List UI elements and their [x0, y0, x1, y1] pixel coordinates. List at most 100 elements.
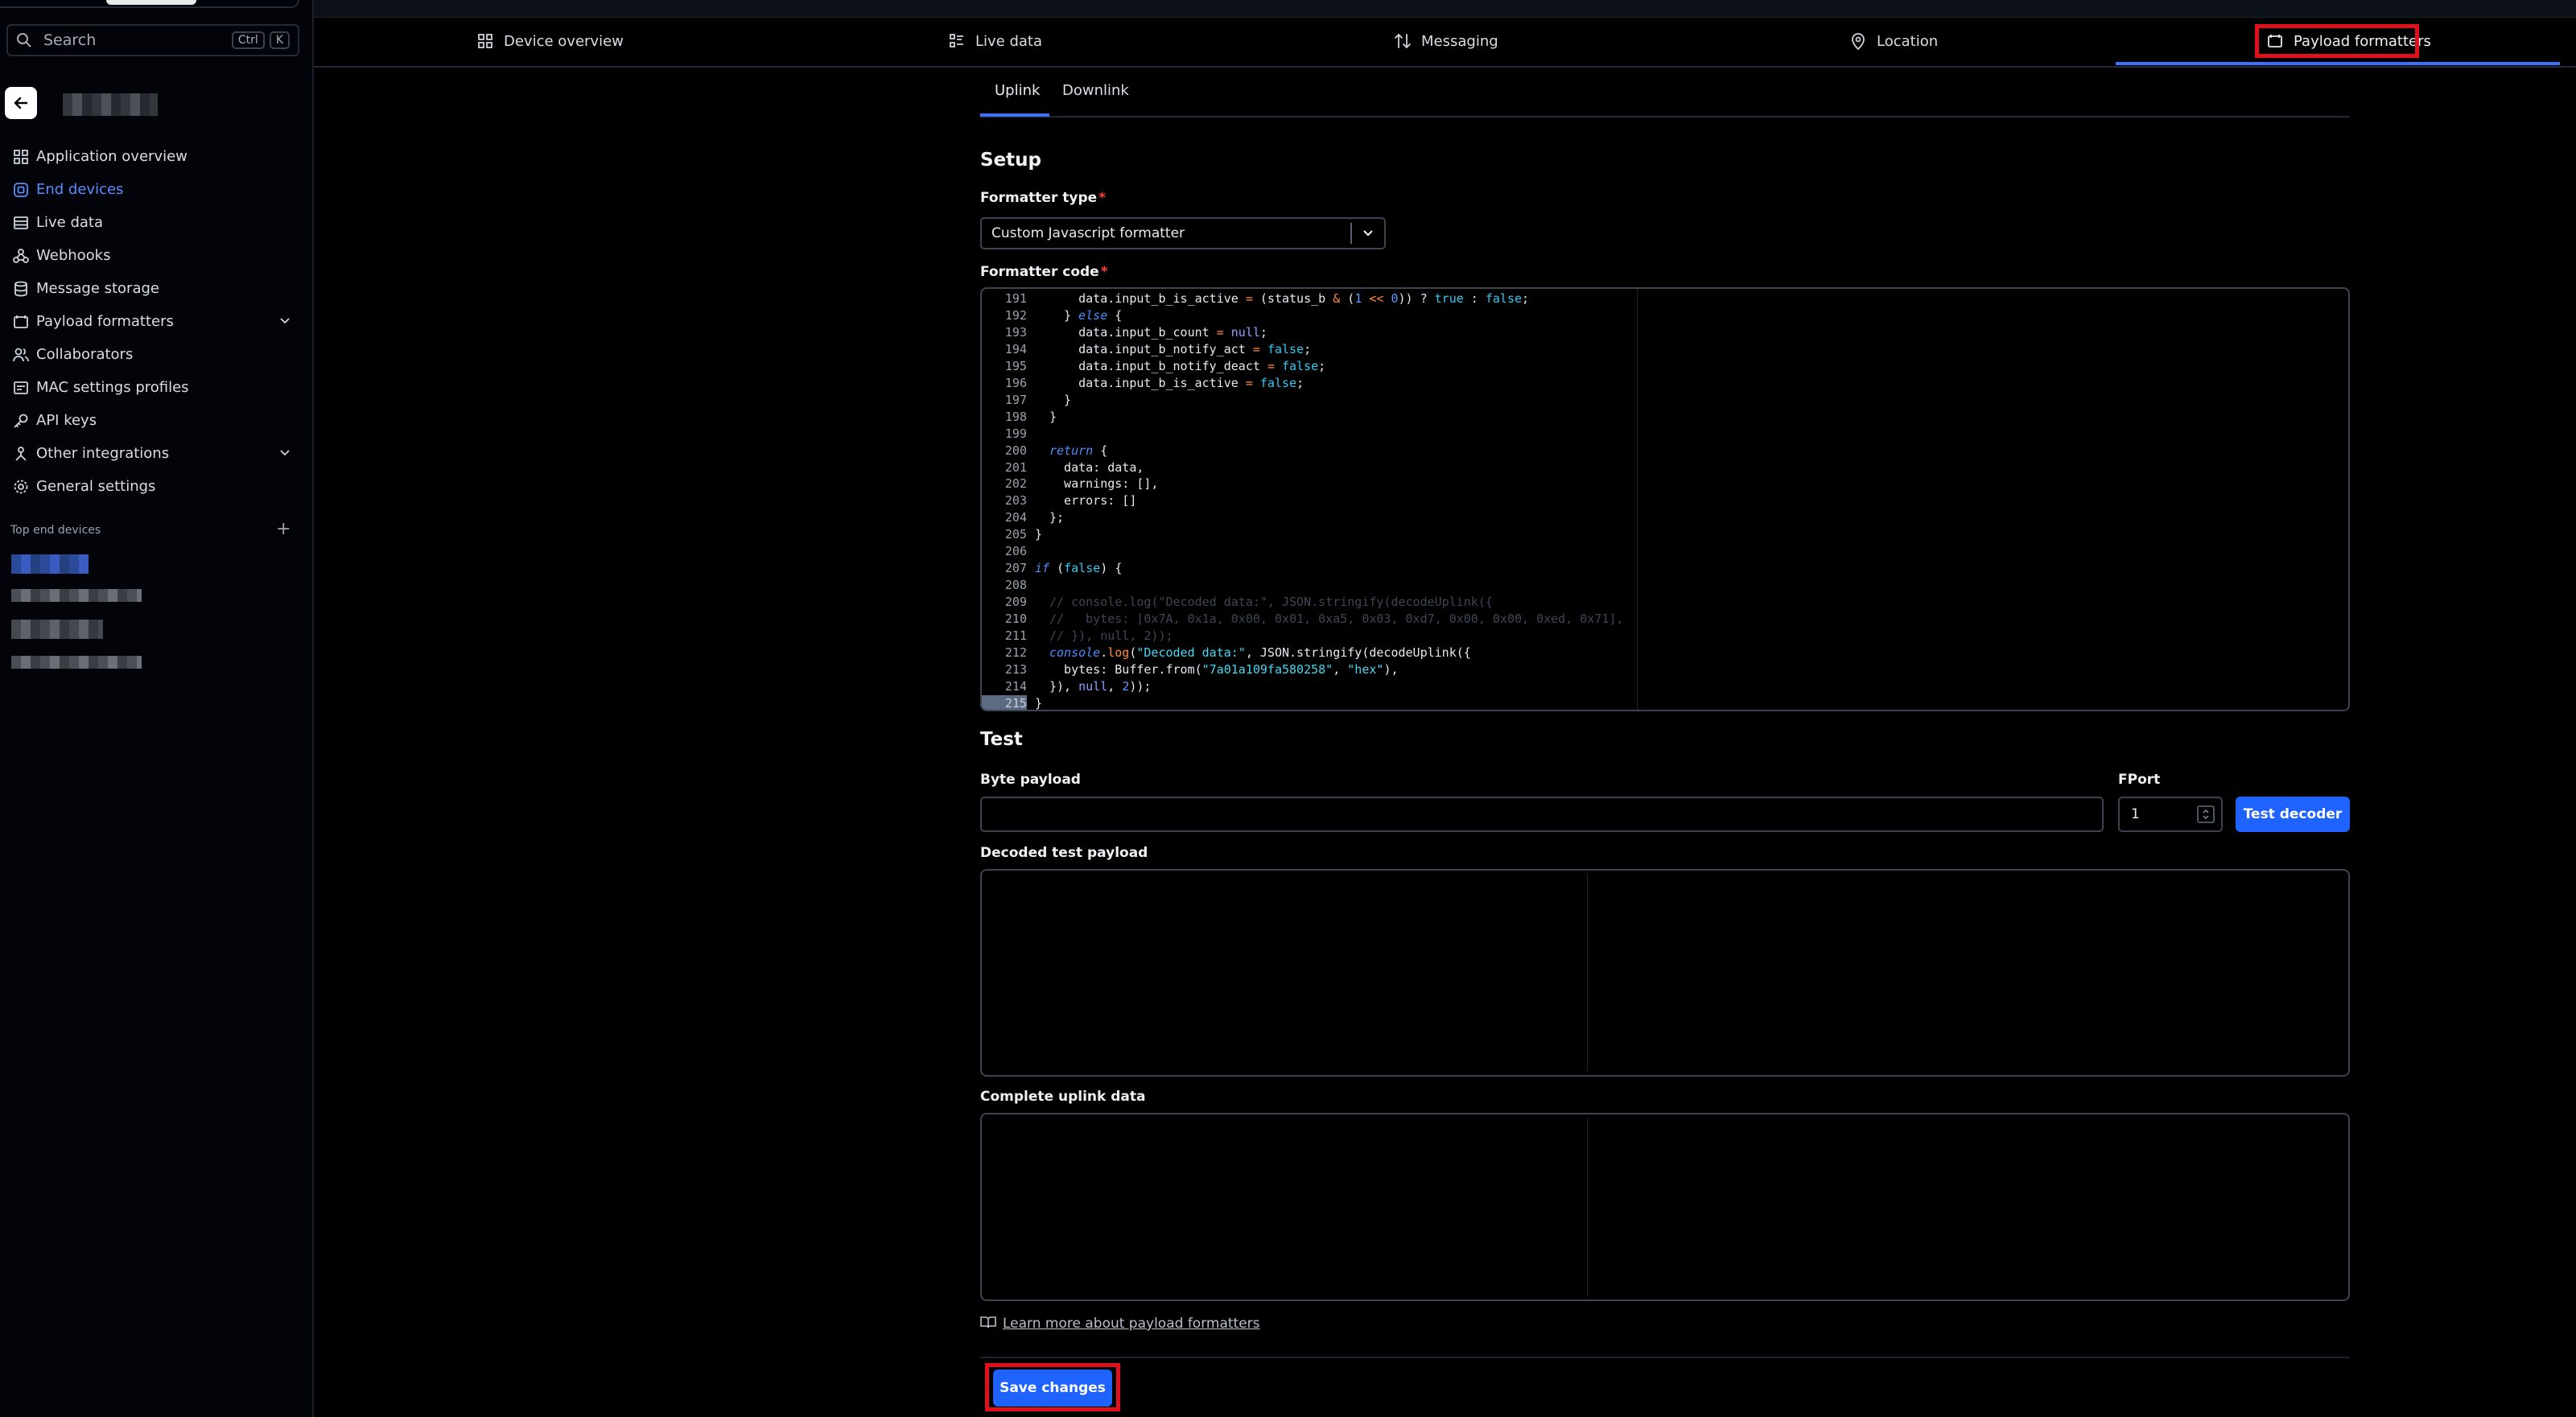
panel-print-margin	[1587, 874, 1588, 1072]
sidebar-item-label: Other integrations	[36, 445, 170, 462]
code-line: 208	[982, 577, 2348, 594]
top-device-item-redacted[interactable]	[11, 554, 89, 574]
sidebar-item-mac-settings-profiles[interactable]: MAC settings profiles	[0, 371, 314, 404]
tab-messaging[interactable]: Messaging	[1392, 23, 1498, 60]
database-icon	[11, 279, 31, 299]
line-number: 210	[1004, 612, 1027, 627]
stepper-icon[interactable]	[2197, 805, 2215, 823]
line-number: 197	[1004, 392, 1027, 407]
code-line: 200 return {	[982, 443, 2348, 459]
highlight-save-changes	[985, 1363, 1120, 1411]
sidebar-item-payload-formatters[interactable]: Payload formatters	[0, 305, 314, 338]
shortcut-k: K	[269, 31, 290, 49]
line-number: 194	[1004, 341, 1027, 356]
formatter-type-value: Custom Javascript formatter	[991, 225, 1185, 241]
sidebar-item-label: Payload formatters	[36, 313, 174, 330]
tab-live-data[interactable]: Live data	[946, 23, 1042, 60]
footer-divider	[980, 1357, 2350, 1358]
top-device-item-redacted[interactable]	[11, 620, 103, 639]
sidebar-item-webhooks[interactable]: Webhooks	[0, 239, 314, 272]
code-text: // bytes: [0x7A, 0x1a, 0x00, 0x01, 0xa5,…	[1049, 612, 1624, 627]
add-device-button[interactable]: +	[276, 521, 291, 538]
line-number: 203	[1004, 493, 1027, 509]
tab-device-overview[interactable]: Device overview	[475, 23, 624, 60]
byte-payload-input[interactable]	[980, 797, 2104, 832]
sidebar-item-general-settings[interactable]: General settings	[0, 470, 314, 503]
code-text: data.input_b_is_active = (status_b & (1 …	[1049, 291, 1530, 306]
line-number: 212	[1004, 645, 1027, 660]
sidebar-item-message-storage[interactable]: Message storage	[0, 272, 314, 305]
code-text: console.log("Decoded data:", JSON.string…	[1049, 645, 1471, 660]
setup-heading: Setup	[980, 150, 1041, 171]
code-text: data: data,	[1049, 459, 1144, 475]
sidebar-item-live-data[interactable]: Live data	[0, 206, 314, 239]
code-line: 202 warnings: [],	[982, 476, 2348, 492]
list-icon	[946, 31, 967, 51]
code-line: 191 data.input_b_is_active = (status_b &…	[982, 290, 2348, 307]
formatter-type-select[interactable]: Custom Javascript formatter	[980, 217, 1386, 249]
code-line: 199	[982, 426, 2348, 443]
key-icon	[11, 411, 31, 430]
top-band	[314, 0, 2576, 18]
sidebar-item-api-keys[interactable]: API keys	[0, 404, 314, 437]
sidebar-item-label: API keys	[36, 412, 97, 429]
code-line: 205}	[982, 526, 2348, 543]
line-number: 201	[1004, 459, 1027, 475]
search-placeholder: Search	[43, 31, 97, 49]
list-icon	[11, 213, 31, 233]
arrow-left-icon	[14, 97, 28, 109]
code-text: };	[1049, 510, 1065, 525]
code-text: data.input_b_count = null;	[1049, 324, 1267, 340]
panel-print-margin	[1587, 1118, 1588, 1296]
tab-label: Live data	[975, 32, 1043, 50]
active-subtab-indicator	[980, 113, 1049, 117]
sidebar-item-collaborators[interactable]: Collaborators	[0, 338, 314, 371]
search-icon	[16, 31, 34, 49]
code-line: 195 data.input_b_notify_deact = false;	[982, 358, 2348, 375]
formatter-subtabs: Uplink Downlink	[980, 68, 2350, 117]
tab-label: Location	[1877, 32, 1939, 50]
webhook-icon	[11, 246, 31, 266]
highlight-payload-formatters-tab	[2255, 24, 2419, 58]
test-decoder-button[interactable]: Test decoder	[2236, 797, 2350, 832]
line-number: 191	[1004, 291, 1027, 306]
line-number: 205	[1004, 527, 1027, 542]
grid-icon	[11, 147, 31, 167]
integrations-icon	[11, 444, 31, 463]
subtab-uplink[interactable]: Uplink	[995, 82, 1040, 99]
top-device-item-redacted[interactable]	[11, 589, 142, 602]
sidebar-item-end-devices[interactable]: End devices	[0, 173, 314, 206]
code-line: 214}), null, 2));	[982, 678, 2348, 695]
line-number: 208	[1004, 578, 1027, 593]
shortcut-ctrl: Ctrl	[231, 31, 265, 49]
line-number: 213	[1004, 661, 1027, 677]
tab-label: Device overview	[504, 32, 624, 50]
sidebar-item-label: End devices	[36, 181, 124, 198]
formatter-code-editor[interactable]: 191 data.input_b_is_active = (status_b &…	[980, 287, 2350, 711]
sidebar-top-edge	[0, 0, 299, 8]
back-button[interactable]	[5, 87, 37, 119]
code-line: 209 // console.log("Decoded data:", JSON.…	[982, 594, 2348, 611]
fport-input[interactable]: 1	[2118, 797, 2223, 832]
sidebar-item-application-overview[interactable]: Application overview	[0, 140, 314, 173]
learn-more-link[interactable]: Learn more about payload formatters	[980, 1316, 1260, 1332]
top-device-item-redacted[interactable]	[11, 656, 142, 669]
line-number: 199	[1004, 426, 1027, 441]
complete-uplink-data-editor[interactable]	[980, 1113, 2350, 1301]
code-text: }), null, 2));	[1049, 678, 1152, 694]
code-line: 194 data.input_b_notify_act = false;	[982, 341, 2348, 358]
line-number: 200	[1004, 443, 1027, 458]
tab-label: Messaging	[1421, 32, 1498, 50]
sidebar-item-label: Webhooks	[36, 247, 111, 264]
device-icon	[11, 180, 31, 200]
tab-location[interactable]: Location	[1848, 23, 1938, 60]
subtab-downlink[interactable]: Downlink	[1062, 82, 1129, 99]
code-line: 213 bytes: Buffer.from("7a01a109fa580258…	[982, 661, 2348, 678]
sidebar-item-other-integrations[interactable]: Other integrations	[0, 437, 314, 470]
device-tabs: Device overview Live data Messaging Loca…	[314, 0, 2576, 68]
sidebar: Search Ctrl K Application overview End d…	[0, 0, 314, 1417]
sidebar-item-label: Live data	[36, 214, 104, 231]
decoded-test-payload-editor[interactable]	[980, 869, 2350, 1077]
search-input[interactable]: Search Ctrl K	[6, 24, 299, 56]
line-number: 198	[1004, 409, 1027, 424]
